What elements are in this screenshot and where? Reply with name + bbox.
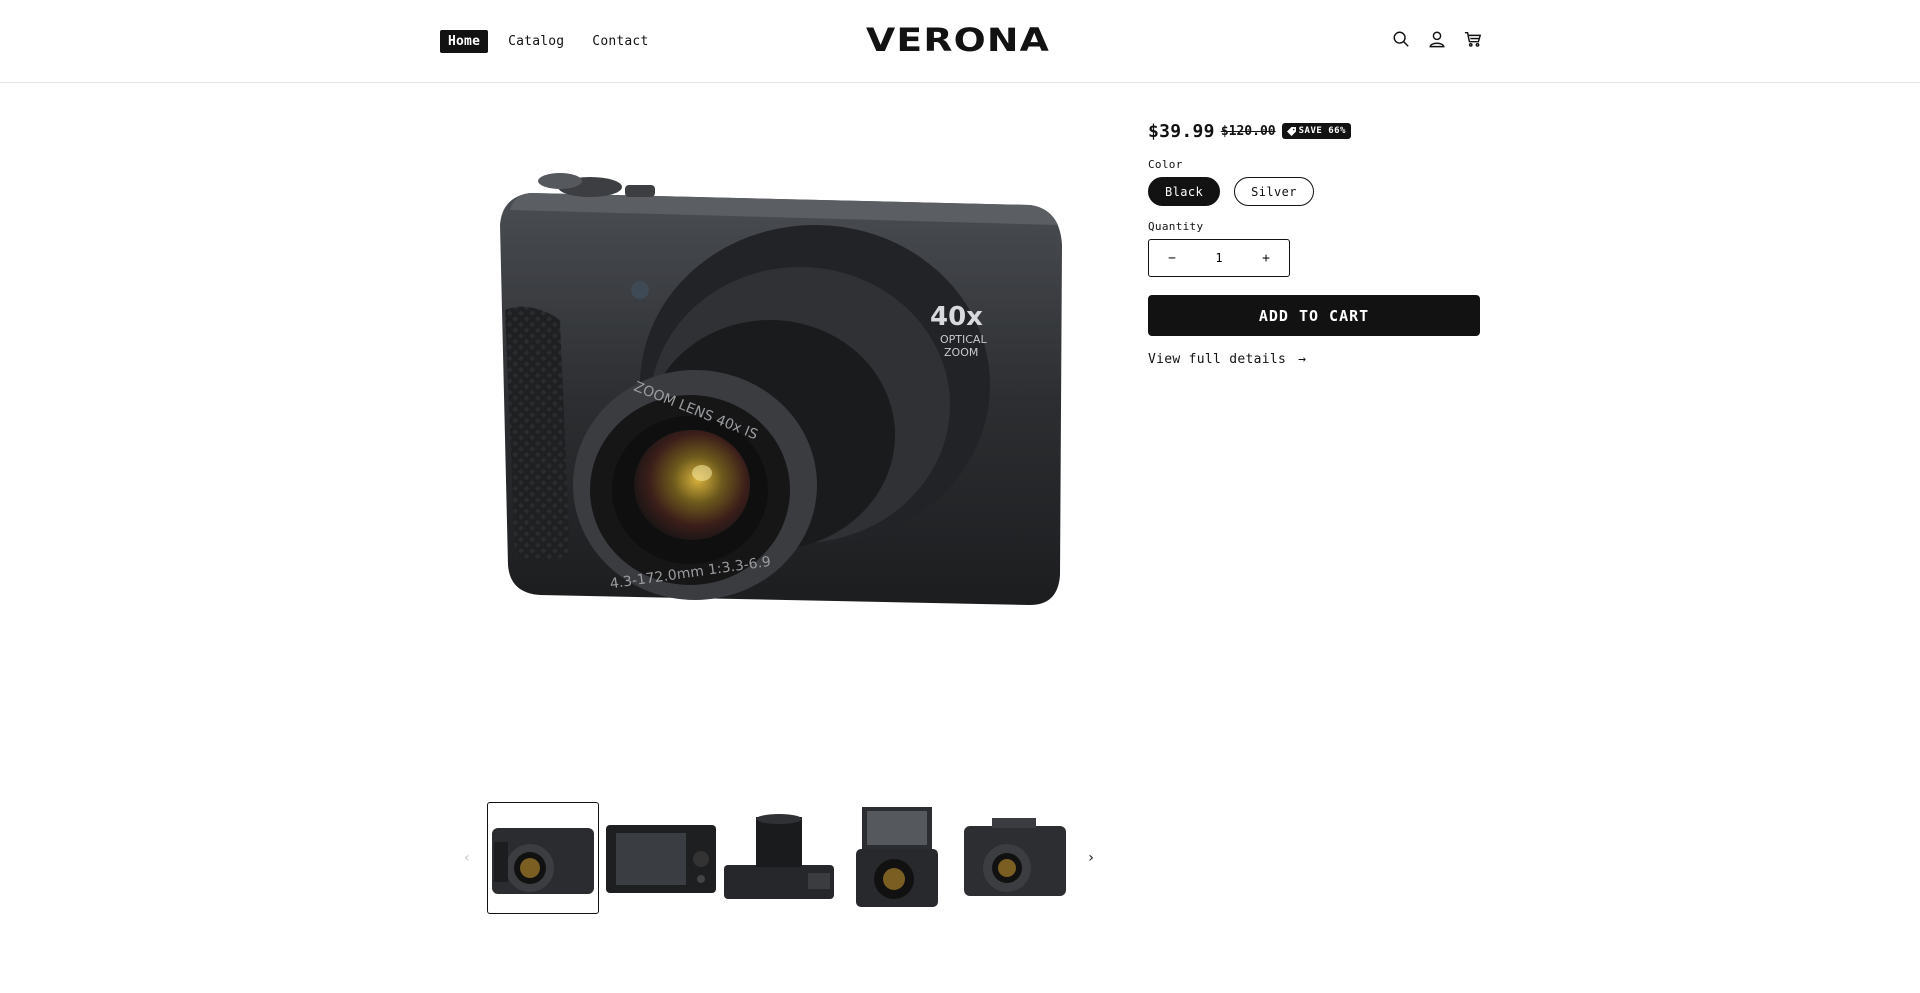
compare-price: $120.00 bbox=[1220, 123, 1276, 139]
zoom-zoom-text: ZOOM bbox=[944, 346, 978, 359]
zoom-badge-text: 40x bbox=[930, 302, 983, 332]
main-nav: Home Catalog Contact bbox=[440, 30, 656, 53]
nav-contact-link[interactable]: Contact bbox=[584, 30, 656, 53]
thumbnail-item[interactable] bbox=[723, 802, 835, 914]
quantity-input[interactable] bbox=[1199, 251, 1239, 265]
account-icon[interactable] bbox=[1426, 28, 1448, 50]
thumbnail-item[interactable] bbox=[959, 802, 1071, 914]
color-label: Color bbox=[1148, 158, 1183, 171]
price-row: $39.99 $120.00 SAVE 66% bbox=[1148, 120, 1480, 142]
thumbnail-list bbox=[487, 802, 1071, 914]
thumbnail-gallery: ‹ › bbox=[455, 802, 1103, 914]
view-details-label: View full details bbox=[1148, 352, 1287, 367]
quantity-increase-button[interactable]: + bbox=[1243, 240, 1289, 276]
color-option-silver[interactable]: Silver bbox=[1234, 177, 1314, 206]
site-logo[interactable]: VERONA bbox=[840, 22, 1076, 58]
color-option-black[interactable]: Black bbox=[1148, 177, 1221, 206]
quantity-stepper: − + bbox=[1148, 239, 1290, 277]
site-header: Home Catalog Contact VERONA bbox=[0, 0, 1920, 83]
quantity-decrease-button[interactable]: − bbox=[1149, 240, 1195, 276]
quantity-label: Quantity bbox=[1148, 220, 1204, 233]
thumbnail-prev-button[interactable]: ‹ bbox=[455, 846, 479, 870]
sale-price: $39.99 bbox=[1148, 120, 1215, 142]
product-info: $39.99 $120.00 SAVE 66% Color Black Silv… bbox=[1148, 120, 1480, 367]
sale-badge: SAVE 66% bbox=[1281, 123, 1351, 139]
color-options: Black Silver bbox=[1148, 177, 1480, 206]
thumbnail-next-button[interactable]: › bbox=[1079, 846, 1103, 870]
nav-home-link[interactable]: Home bbox=[440, 30, 489, 53]
product-main-image[interactable]: ZOOM LENS 40x IS 4.3-172.0mm 1:3.3-6.9 4… bbox=[470, 135, 1090, 635]
sale-badge-text: SAVE 66% bbox=[1298, 126, 1346, 136]
tag-icon bbox=[1286, 126, 1296, 136]
arrow-right-icon: → bbox=[1298, 352, 1307, 367]
thumbnail-item[interactable] bbox=[841, 802, 953, 914]
thumbnail-item[interactable] bbox=[605, 802, 717, 914]
search-icon[interactable] bbox=[1390, 28, 1412, 50]
cart-icon[interactable] bbox=[1462, 28, 1484, 50]
add-to-cart-button[interactable]: ADD TO CART bbox=[1148, 295, 1480, 336]
nav-catalog-link[interactable]: Catalog bbox=[500, 30, 572, 53]
thumbnail-item[interactable] bbox=[487, 802, 599, 914]
view-details-link[interactable]: View full details → bbox=[1148, 352, 1306, 367]
zoom-optical-text: OPTICAL bbox=[940, 333, 987, 346]
header-icons bbox=[1390, 28, 1484, 50]
